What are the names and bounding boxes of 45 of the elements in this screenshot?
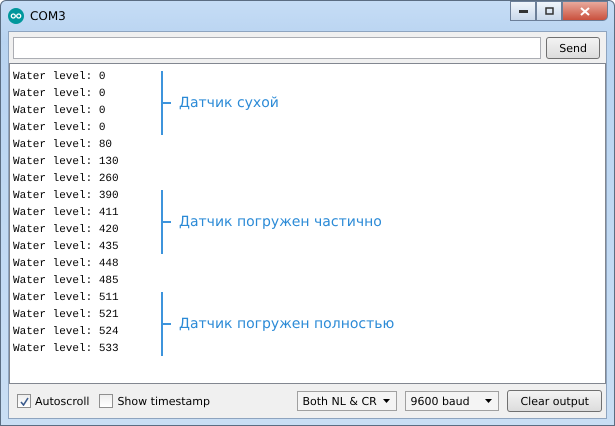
dropdown-value: Both NL & CR	[302, 394, 377, 408]
bracket-icon	[161, 71, 171, 135]
output-line: Water level: 260	[13, 172, 120, 187]
output-line: Water level: 533	[13, 342, 120, 357]
output-line: Water level: 0	[13, 121, 106, 136]
bracket-icon	[161, 190, 171, 254]
send-button[interactable]: Send	[546, 37, 600, 59]
clear-output-button[interactable]: Clear output	[507, 390, 602, 412]
caret-icon	[485, 399, 492, 403]
dropdown[interactable]: Both NL & CR	[297, 391, 398, 411]
output-line: Water level: 390	[13, 189, 120, 204]
output-line: Water level: 485	[13, 274, 120, 289]
dropdown-value: 9600 baud	[410, 394, 470, 408]
output-line: Water level: 448	[13, 257, 120, 272]
close-button[interactable]	[562, 1, 608, 21]
output-line: Water level: 420	[13, 223, 120, 238]
output-line: Water level: 521	[13, 308, 120, 323]
dropdown[interactable]: 9600 baud	[405, 391, 500, 411]
output-line: Water level: 130	[13, 155, 120, 170]
output-line: Water level: 0	[13, 70, 106, 85]
checkbox[interactable]	[99, 394, 114, 408]
annotation: Датчик сухой	[179, 95, 279, 111]
checkmark-icon	[20, 396, 28, 406]
output-line: Water level: 435	[13, 240, 120, 255]
checkbox[interactable]	[17, 394, 31, 408]
minimize-icon	[518, 10, 528, 12]
minimize-button[interactable]	[510, 1, 536, 21]
output-line: Water level: 524	[13, 325, 120, 340]
caret-icon	[383, 399, 390, 403]
close-icon	[580, 6, 590, 16]
output-line: Water level: 0	[13, 87, 106, 102]
output-line: Water level: 511	[13, 291, 120, 306]
output-line: Water level: 411	[13, 206, 120, 221]
checkbox-label: Autoscroll	[35, 394, 90, 408]
input-field[interactable]	[13, 37, 542, 59]
window-title: COM3	[30, 9, 67, 23]
output-line: Water level: 80	[13, 138, 114, 153]
annotation: Датчик погружен полностью	[179, 316, 394, 332]
checkbox-label: Show timestamp	[117, 394, 210, 408]
output-line: Water level: 0	[13, 104, 106, 119]
infinity-logo-icon	[8, 8, 24, 24]
maximize-icon	[544, 7, 554, 15]
annotation: Датчик погружен частично	[179, 214, 382, 230]
maximize-button[interactable]	[536, 1, 562, 21]
bracket-icon	[161, 292, 171, 356]
